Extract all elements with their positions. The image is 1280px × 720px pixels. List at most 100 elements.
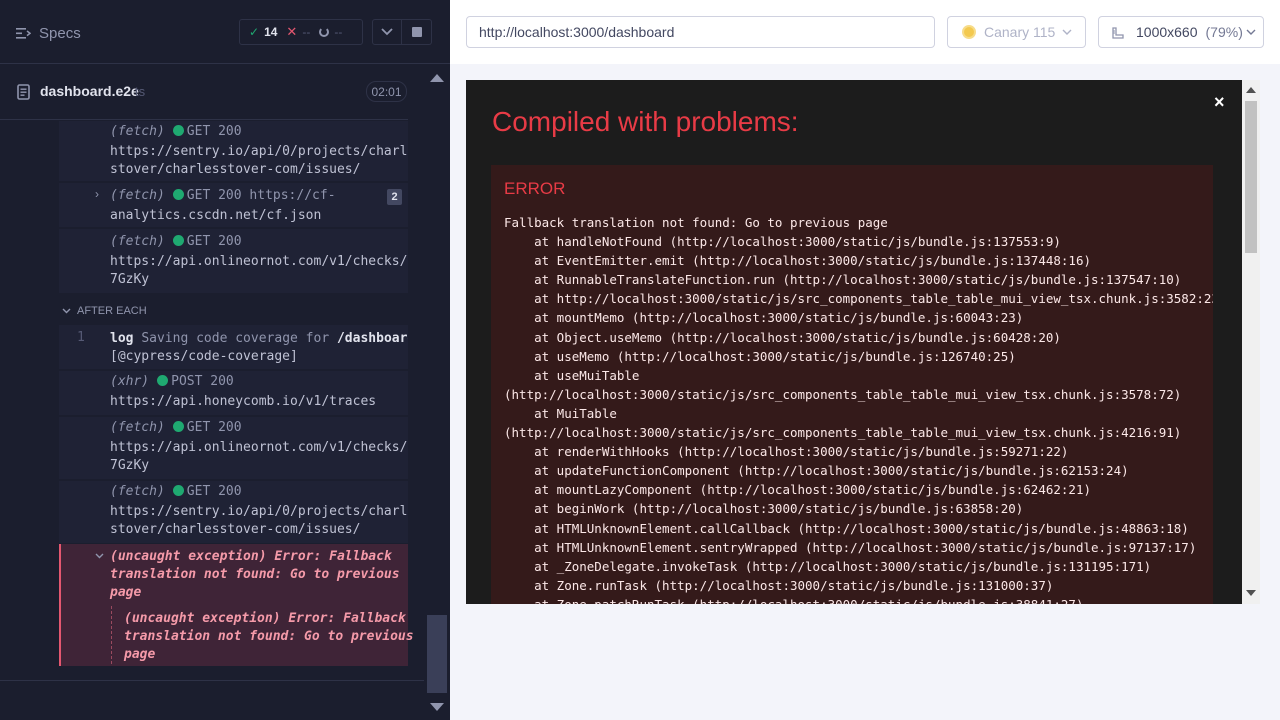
status-dot-icon: [157, 375, 169, 386]
viewport-size: 1000x660: [1136, 24, 1198, 40]
close-icon[interactable]: ×: [1214, 92, 1225, 113]
exception-text: translation not found: Go to previous: [110, 567, 400, 582]
check-icon: ✓: [249, 25, 260, 39]
command-method: GET 200: [186, 234, 242, 249]
aut-iframe[interactable]: Compiled with problems: × ERROR Fallback…: [466, 80, 1260, 604]
chevron-down-icon: [1246, 29, 1256, 35]
reporter-header: Specs ✓ 14 ✕ -- --: [0, 0, 450, 64]
command-log-panel: Specs ✓ 14 ✕ -- -- dashboard.e2e ts 02:0…: [0, 0, 450, 720]
log-source: [@cypress/code-coverage]: [110, 349, 298, 364]
app-under-test-panel: http://localhost:3000/dashboard Canary 1…: [450, 0, 1280, 720]
command-name: (fetch): [110, 420, 165, 435]
passed-count: 14: [264, 25, 278, 39]
specs-label: Specs: [39, 24, 81, 42]
command-name: log: [110, 331, 134, 346]
command-name: (fetch): [110, 234, 165, 249]
browser-icon: [962, 25, 976, 39]
x-icon: ✕: [286, 24, 298, 39]
scrollbar-thumb[interactable]: [427, 615, 447, 693]
error-label: ERROR: [504, 179, 566, 198]
overlay-title: Compiled with problems:: [492, 106, 799, 137]
divider: [0, 680, 424, 681]
chevron-down-icon[interactable]: [95, 553, 104, 559]
chevron-down-icon: [1062, 29, 1072, 35]
command-url: https://api.onlineornot.com/v1/checks/9N…: [110, 254, 408, 269]
log-row[interactable]: 1 log Saving code coverage for /dashboar…: [59, 325, 408, 369]
command-row[interactable]: (fetch) GET 200 https://api.onlineornot.c…: [59, 229, 408, 293]
command-number: 1: [77, 330, 85, 345]
aut-header: http://localhost:3000/dashboard Canary 1…: [450, 0, 1280, 64]
command-method: POST 200: [171, 374, 234, 389]
command-url: https://api.honeycomb.io/v1/traces: [110, 394, 377, 409]
specs-button[interactable]: Specs: [16, 22, 81, 44]
status-dot-icon: [172, 125, 184, 136]
status-dot-icon: [172, 189, 184, 200]
command-row[interactable]: › (fetch) GET 200 https://cf- analytics.c…: [59, 183, 408, 227]
scroll-down-icon[interactable]: [1246, 590, 1256, 596]
viewport-info[interactable]: 1000x660 (79%): [1098, 16, 1264, 48]
uncaught-exception-row[interactable]: (uncaught exception) Error: Fallback tra…: [59, 544, 414, 666]
document-icon: [17, 84, 30, 100]
log-path: /dashboard: [336, 331, 408, 346]
command-url: 7GzKy: [110, 458, 150, 473]
command-url: analytics.cscdn.net/cf.json: [110, 208, 322, 223]
spec-duration: 02:01: [366, 81, 407, 102]
url-bar[interactable]: http://localhost:3000/dashboard: [466, 16, 935, 48]
command-method: GET 200: [186, 420, 242, 435]
viewport-scale: (79%): [1205, 24, 1243, 40]
command-row[interactable]: (fetch) GET 200 https://api.onlineornot.c…: [59, 417, 408, 479]
scroll-up-icon[interactable]: [1246, 87, 1256, 93]
command-url: 7GzKy: [110, 272, 150, 287]
test-stats: ✓ 14 ✕ -- --: [239, 19, 363, 45]
command-row[interactable]: (xhr) POST 200 https://api.honeycomb.io/v…: [59, 371, 408, 415]
command-url: https://api.onlineornot.com/v1/checks/9N…: [110, 440, 408, 455]
scroll-down-icon[interactable]: [430, 703, 444, 711]
command-method: GET 200: [186, 484, 242, 499]
pending-count: --: [334, 25, 343, 39]
exception-text: translation not found: Go to previous: [124, 629, 414, 644]
expand-collapse-button[interactable]: [372, 19, 402, 45]
ruler-icon: [1112, 27, 1124, 39]
command-name: (xhr): [110, 374, 150, 389]
command-method: GET 200: [186, 124, 242, 139]
chevron-down-icon: [381, 28, 393, 36]
command-url: stover/charlesstover-com/issues/: [110, 162, 361, 177]
command-name: (fetch): [110, 484, 165, 499]
log-message: Saving code coverage for: [141, 331, 330, 346]
stop-button[interactable]: [402, 19, 432, 45]
error-box: ERROR Fallback translation not found: Go…: [491, 165, 1213, 604]
command-row[interactable]: (fetch) GET 200 https://sentry.io/api/0/p…: [59, 481, 408, 543]
browser-name: Canary 115: [984, 24, 1056, 40]
list-icon: [16, 27, 31, 39]
stack-trace: Fallback translation not found: Go to pr…: [504, 215, 1213, 604]
pending-icon: [319, 27, 330, 37]
nested-exception[interactable]: (uncaught exception) Error: Fallback tra…: [111, 606, 414, 664]
scroll-up-icon[interactable]: [430, 74, 444, 82]
stop-icon: [411, 27, 422, 37]
failed-count: --: [302, 25, 311, 39]
command-name: (fetch): [110, 124, 165, 139]
status-dot-icon: [172, 485, 184, 496]
status-dot-icon: [172, 235, 184, 246]
chevron-right-icon[interactable]: ›: [95, 187, 99, 201]
command-row[interactable]: (fetch) GET 200 https://sentry.io/api/0/p…: [59, 121, 408, 181]
after-each-hook[interactable]: AFTER EACH: [59, 301, 408, 323]
command-url: stover/charlesstover-com/issues/: [110, 522, 361, 537]
command-url: https://cf-: [249, 188, 336, 203]
chevron-down-icon: [62, 308, 71, 314]
exception-text: (uncaught exception) Error: Fallback: [124, 611, 406, 626]
spec-extension: ts: [135, 84, 146, 99]
hook-label: AFTER EACH: [77, 305, 147, 317]
exception-text: page: [124, 647, 156, 662]
spec-name[interactable]: dashboard.e2e: [40, 83, 139, 99]
command-url: https://sentry.io/api/0/projects/charles…: [110, 504, 408, 519]
exception-text: (uncaught exception) Error: Fallback: [110, 549, 392, 564]
count-badge: 2: [387, 189, 402, 205]
failed-stat: ✕ --: [286, 24, 310, 40]
browser-selector[interactable]: Canary 115: [947, 16, 1086, 48]
overlay-scrollbar-thumb[interactable]: [1245, 101, 1257, 253]
exception-text: page: [110, 585, 142, 600]
status-dot-icon: [172, 421, 184, 432]
command-method: GET 200: [186, 188, 242, 203]
command-name: (fetch): [110, 188, 165, 203]
